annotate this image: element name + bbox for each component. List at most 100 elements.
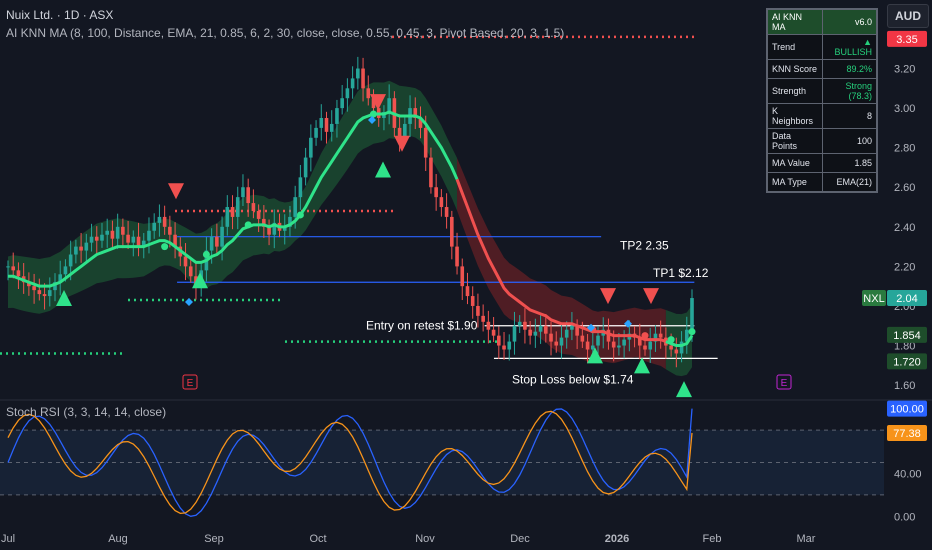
candle-body	[460, 266, 465, 287]
candle-body	[502, 345, 506, 350]
candle-body	[94, 236, 99, 241]
candle-body	[429, 157, 433, 188]
candle-body	[486, 321, 491, 330]
candle-body	[319, 117, 324, 128]
candle-body	[580, 335, 585, 342]
earnings-icon: E	[187, 378, 194, 389]
candle-body	[611, 341, 616, 348]
knn-row-value: Strong (78.3)	[821, 78, 878, 104]
candle-body	[444, 207, 449, 217]
candle-body	[32, 286, 36, 291]
knn-row-label: K Neighbors	[766, 103, 823, 129]
knn-row-label: Data Points	[766, 128, 823, 154]
buy-triangle	[375, 161, 391, 178]
sell-triangle	[394, 135, 410, 152]
candle-body	[507, 341, 512, 350]
candle-body	[434, 187, 438, 198]
candle-body	[549, 333, 553, 342]
candle-body	[251, 203, 256, 211]
candle-body	[350, 78, 355, 89]
ma-signal-dot	[369, 110, 377, 118]
candle-body	[403, 123, 407, 138]
x-tick-label: Nov	[415, 533, 435, 545]
candle-body	[690, 298, 694, 330]
candle-body	[570, 325, 574, 330]
candle-body	[298, 177, 303, 198]
candle-body	[100, 234, 104, 241]
knn-row-label: MA Type	[766, 172, 823, 193]
tp1-label: TP1 $2.12	[653, 266, 709, 280]
candle-body	[658, 333, 663, 338]
price-tag-label: NXL	[863, 293, 884, 305]
price-tag-label: 100.00	[890, 404, 924, 416]
indicator-title[interactable]: AI KNN MA (8, 100, Distance, EMA, 21, 0.…	[6, 26, 564, 40]
candle-body	[11, 266, 16, 271]
knn-row-value: 89.2%	[821, 59, 878, 79]
stoch-rsi-title[interactable]: Stoch RSI (3, 3, 14, 14, close)	[6, 405, 166, 419]
candle-body	[309, 137, 313, 158]
candle-body	[16, 270, 21, 277]
price-tag-label: 77.38	[893, 428, 921, 440]
candle-body	[314, 127, 318, 138]
candle-body	[523, 321, 527, 330]
candle-body	[42, 294, 47, 297]
diamond-marker	[185, 298, 193, 307]
candle-body	[47, 290, 52, 297]
candle-body	[450, 216, 454, 247]
candle-body	[168, 226, 172, 235]
y-tick-label: 2.20	[894, 261, 915, 273]
candle-body	[643, 345, 647, 350]
candle-body	[512, 325, 517, 342]
candle-body	[470, 296, 475, 306]
candle-body	[356, 68, 360, 79]
buy-triangle	[676, 381, 692, 398]
knn-row-value: 1.85	[821, 153, 878, 173]
candle-body	[622, 339, 626, 346]
candle-body	[481, 315, 485, 322]
ma-signal-dot	[641, 332, 649, 340]
candle-body	[491, 329, 496, 336]
y-tick-label: 2.60	[894, 182, 915, 194]
candle-body	[68, 254, 73, 267]
knn-row-label: Trend	[766, 34, 823, 60]
candle-body	[293, 197, 297, 217]
tp2-label: TP2 2.35	[620, 239, 669, 253]
price-tag-label: 1.854	[893, 330, 921, 342]
price-tag-label: 2.04	[896, 293, 917, 305]
knn-row-value: EMA(21)	[821, 172, 878, 193]
candle-body	[329, 123, 334, 132]
candle-body	[423, 127, 428, 158]
symbol-title: Nuix Ltd. · 1D · ASX	[6, 8, 114, 22]
candle-body	[235, 197, 240, 217]
knn-table-title: AI KNN MA	[766, 8, 823, 35]
x-tick-label: Mar	[797, 533, 816, 545]
ma-signal-dot	[296, 211, 304, 219]
candle-body	[596, 335, 600, 346]
ma-signal-dot	[667, 336, 675, 344]
currency-button[interactable]: AUD	[887, 4, 929, 28]
stop-loss-label: Stop Loss below $1.74	[512, 372, 634, 386]
price-tag-label: 3.35	[896, 34, 917, 46]
knn-table-version: v6.0	[821, 8, 878, 35]
candle-body	[183, 256, 188, 267]
candle-body	[439, 197, 444, 208]
candle-body	[37, 290, 42, 295]
candle-body	[517, 321, 522, 326]
knn-row-label: Strength	[766, 78, 823, 104]
candle-body	[230, 207, 235, 217]
candle-body	[533, 331, 538, 336]
candle-body	[74, 246, 78, 255]
candle-body	[147, 230, 151, 241]
knn-row-label: KNN Score	[766, 59, 823, 79]
candle-body	[241, 187, 245, 198]
x-tick-label: Sep	[204, 533, 224, 545]
candle-body	[345, 88, 350, 99]
candle-body	[465, 286, 470, 297]
candle-body	[110, 230, 115, 239]
candle-body	[497, 335, 501, 346]
candle-body	[455, 246, 459, 267]
candle-body	[131, 236, 136, 243]
y-tick-label: 3.20	[894, 64, 915, 76]
y-tick-label: 2.80	[894, 143, 915, 155]
candle-body	[303, 157, 308, 178]
